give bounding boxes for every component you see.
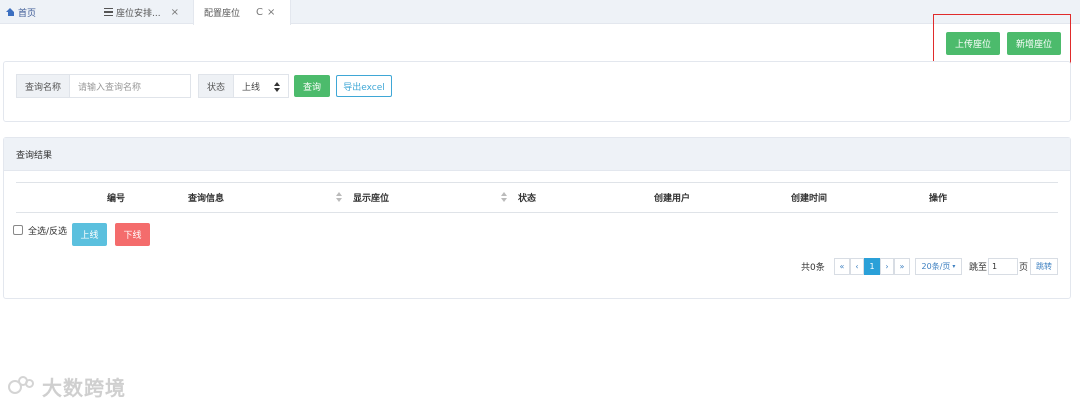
- column-header-actions[interactable]: 操作: [929, 183, 947, 212]
- goto-prefix: 跳至: [969, 263, 988, 273]
- table-header: 编号 查询信息 显示座位 状态 创建用户 创建时间 操作: [16, 182, 1058, 213]
- goto-page-input[interactable]: 1: [988, 258, 1018, 275]
- watermark-logo-icon: [8, 375, 38, 398]
- select-all-label: 全选/反选: [28, 226, 68, 237]
- status-select-value: 上线: [242, 82, 261, 93]
- next-page-button[interactable]: ›: [880, 258, 894, 275]
- sort-icon[interactable]: [501, 192, 507, 202]
- query-name-input[interactable]: 请输入查询名称: [69, 74, 191, 98]
- column-header-id[interactable]: 编号: [107, 183, 125, 212]
- page-size-select[interactable]: 20条/页 ▾: [915, 258, 962, 275]
- results-title: 查询结果: [4, 138, 1070, 171]
- status-label: 状态: [198, 74, 234, 98]
- query-name-label: 查询名称: [16, 74, 70, 98]
- column-header-query-info[interactable]: 查询信息: [188, 183, 224, 212]
- column-header-display-seat[interactable]: 显示座位: [353, 183, 389, 212]
- sort-icon[interactable]: [336, 192, 342, 202]
- results-panel: 查询结果 编号 查询信息 显示座位 状态 创建用户 创建时间 操作 全选/反选 …: [3, 137, 1071, 299]
- sort-caret-icon: [274, 82, 280, 92]
- search-panel: 查询名称 请输入查询名称 状态 上线 查询 导出excel: [3, 61, 1071, 122]
- chevron-down-icon: ▾: [952, 263, 956, 270]
- goto-suffix: 页: [1019, 263, 1029, 273]
- last-page-button[interactable]: »: [894, 258, 910, 275]
- goto-button[interactable]: 跳转: [1030, 258, 1058, 275]
- prev-page-button[interactable]: ‹: [850, 258, 864, 275]
- column-header-creator[interactable]: 创建用户: [654, 183, 690, 212]
- column-header-status[interactable]: 状态: [518, 183, 536, 212]
- total-count: 共0条: [801, 263, 825, 273]
- offline-button[interactable]: 下线: [115, 223, 150, 246]
- query-button[interactable]: 查询: [294, 75, 330, 97]
- export-excel-button[interactable]: 导出excel: [336, 75, 392, 97]
- page-1-button[interactable]: 1: [864, 258, 880, 275]
- watermark: 大数跨境: [8, 372, 126, 401]
- online-button[interactable]: 上线: [72, 223, 107, 246]
- select-all-checkbox[interactable]: [13, 225, 23, 235]
- page-size-value: 20条/页: [921, 262, 951, 271]
- pagination: 共0条 « ‹ 1 › » 20条/页 ▾ 跳至 1 页 跳转: [4, 258, 1070, 276]
- status-select[interactable]: 上线: [233, 74, 289, 98]
- first-page-button[interactable]: «: [834, 258, 850, 275]
- watermark-text: 大数跨境: [42, 376, 126, 400]
- column-header-created-time[interactable]: 创建时间: [791, 183, 827, 212]
